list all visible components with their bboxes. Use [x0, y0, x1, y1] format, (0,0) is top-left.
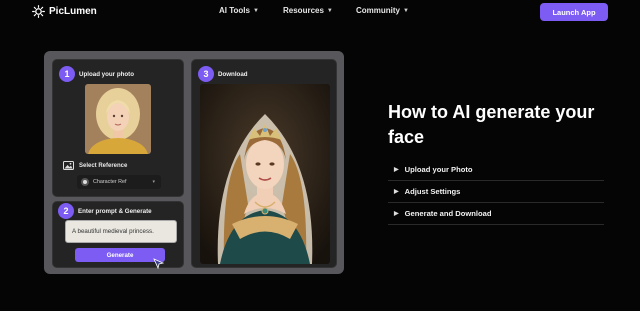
top-navbar: PicLumen AI Tools ▼ Resources ▼ Communit…	[0, 0, 640, 25]
nav-ai-tools[interactable]: AI Tools ▼	[219, 6, 259, 15]
accordion-label: Adjust Settings	[404, 187, 461, 196]
nav-resources-label: Resources	[283, 6, 324, 15]
download-card: 3 Download	[191, 59, 337, 268]
generate-button[interactable]: Generate	[75, 248, 165, 262]
nav-community[interactable]: Community ▼	[356, 6, 409, 15]
accordion-item-upload[interactable]: ▶ Upload your Photo	[388, 159, 604, 181]
generated-portrait[interactable]	[200, 84, 330, 264]
sun-logo-icon	[32, 5, 45, 18]
character-ref-value: Character Ref	[93, 179, 127, 185]
step-3-badge: 3	[198, 66, 214, 82]
accordion-label: Upload your Photo	[404, 165, 473, 174]
chevron-down-icon: ▼	[403, 7, 409, 14]
accordion-label: Generate and Download	[404, 209, 492, 218]
accordion-item-generate[interactable]: ▶ Generate and Download	[388, 203, 604, 225]
upload-title: Upload your photo	[79, 71, 134, 78]
upload-card: 1 Upload your photo Select Reference Cha…	[52, 59, 184, 197]
download-title: Download	[218, 71, 248, 78]
accordion-item-settings[interactable]: ▶ Adjust Settings	[388, 181, 604, 203]
character-ref-icon	[81, 178, 89, 186]
chevron-down-icon: ▾	[152, 179, 155, 185]
brand-logo[interactable]: PicLumen	[32, 5, 97, 18]
select-reference-label: Select Reference	[79, 162, 128, 169]
nav-resources[interactable]: Resources ▼	[283, 6, 333, 15]
nav-ai-tools-label: AI Tools	[219, 6, 250, 15]
step-1-badge: 1	[59, 66, 75, 82]
brand-name: PicLumen	[49, 6, 97, 17]
prompt-input[interactable]: A beautiful medieval princess.	[65, 220, 177, 243]
nav-community-label: Community	[356, 6, 400, 15]
step-2-badge: 2	[58, 203, 74, 219]
chevron-down-icon: ▼	[252, 7, 259, 14]
select-reference-row: Select Reference	[63, 161, 127, 170]
launch-app-button[interactable]: Launch App	[540, 3, 608, 21]
uploaded-photo[interactable]	[85, 84, 151, 154]
caret-right-icon: ▶	[394, 189, 399, 195]
chevron-down-icon: ▼	[326, 7, 333, 14]
page-title: How to AI generate your face	[388, 102, 595, 147]
caret-right-icon: ▶	[394, 211, 399, 217]
prompt-title: Enter prompt & Generate	[78, 208, 152, 215]
character-ref-select[interactable]: Character Ref ▾	[77, 175, 161, 189]
cursor-icon	[153, 258, 165, 270]
caret-right-icon: ▶	[394, 167, 399, 173]
prompt-card: 2 Enter prompt & Generate A beautiful me…	[52, 201, 184, 270]
image-icon	[63, 161, 74, 170]
demo-panel: 1 Upload your photo Select Reference Cha…	[44, 51, 344, 274]
